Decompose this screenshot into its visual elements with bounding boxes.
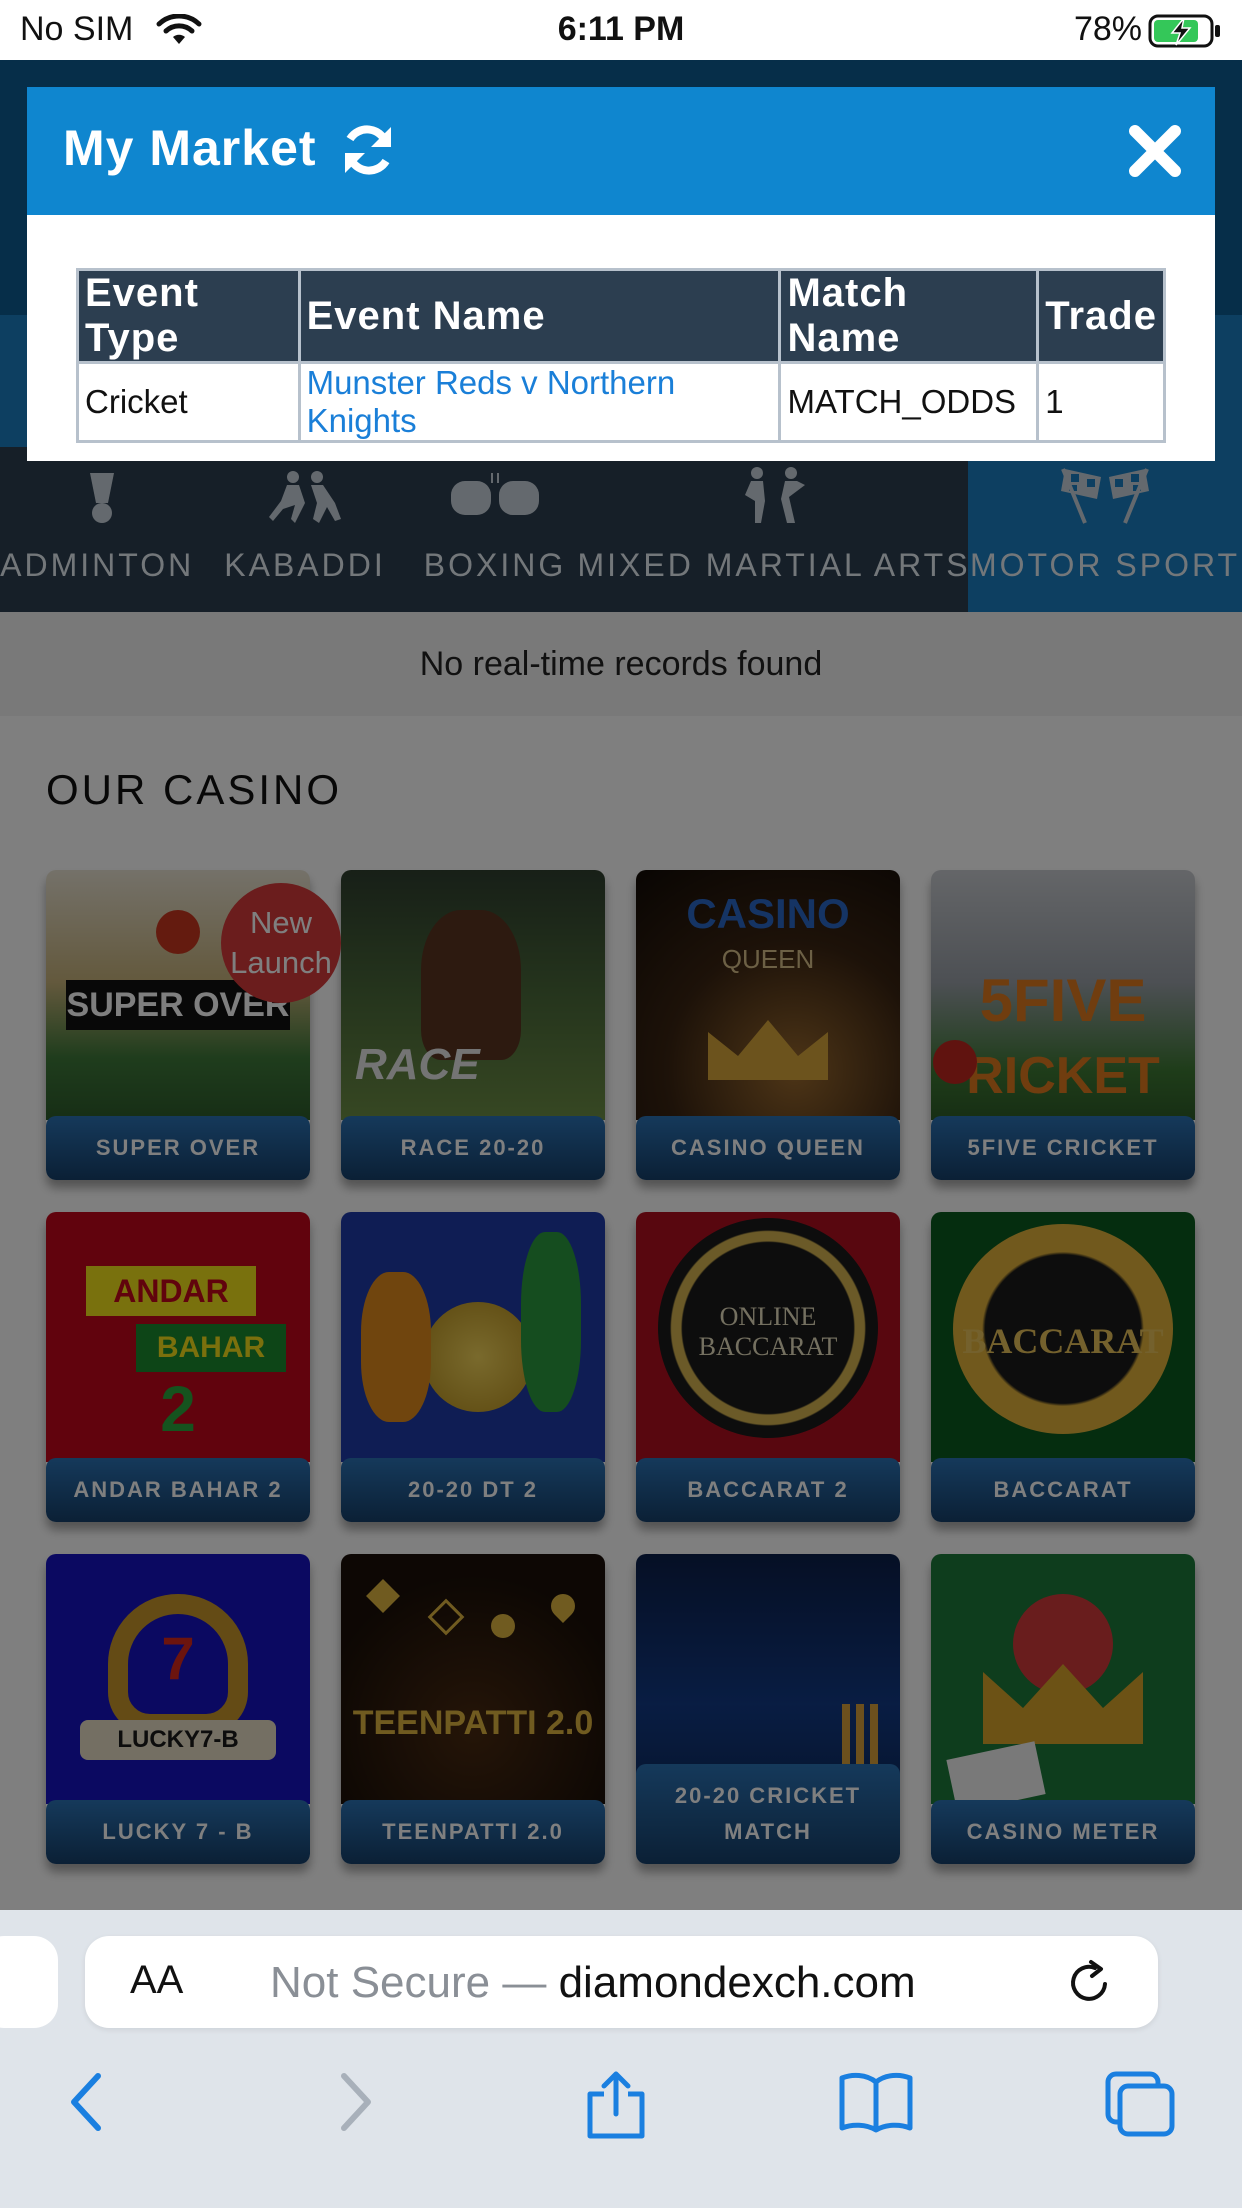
table-row: Cricket Munster Reds v Northern Knights … bbox=[76, 361, 1166, 443]
not-secure-label: Not Secure — bbox=[270, 1958, 547, 2007]
browser-bottom-bar: AA Not Secure — diamondexch.com bbox=[0, 1910, 1242, 2208]
table-header-row: Event Type Event Name Match Name Trade bbox=[76, 268, 1166, 364]
close-icon[interactable] bbox=[1127, 123, 1183, 184]
column-header: Event Name bbox=[297, 268, 782, 364]
event-type-cell: Cricket bbox=[76, 361, 301, 443]
refresh-icon[interactable] bbox=[339, 121, 397, 184]
column-header: Trade bbox=[1036, 268, 1166, 364]
modal-header: My Market bbox=[27, 87, 1215, 215]
aa-label: AA bbox=[130, 1958, 184, 2002]
battery-charging-icon bbox=[1148, 14, 1222, 53]
modal-title: My Market bbox=[63, 120, 317, 176]
reload-icon[interactable] bbox=[1065, 1958, 1115, 2013]
my-market-modal: My Market Event Type Event Name Match Na… bbox=[27, 87, 1215, 461]
tabs-icon[interactable] bbox=[1104, 2070, 1176, 2143]
address-bar[interactable]: AA Not Secure — diamondexch.com bbox=[85, 1936, 1158, 2028]
clock: 6:11 PM bbox=[557, 10, 685, 48]
previous-tab-peek[interactable] bbox=[0, 1936, 58, 2028]
bookmarks-icon[interactable] bbox=[838, 2070, 914, 2139]
url-display[interactable]: Not Secure — diamondexch.com bbox=[270, 1958, 916, 2008]
reader-settings-button[interactable]: AA bbox=[130, 1958, 183, 2003]
forward-icon[interactable] bbox=[336, 2070, 376, 2139]
match-name-cell: MATCH_ODDS bbox=[778, 361, 1040, 443]
trade-cell: 1 bbox=[1036, 361, 1166, 443]
share-icon[interactable] bbox=[584, 2070, 648, 2145]
battery-percent: 78% bbox=[1073, 10, 1142, 48]
status-bar: No SIM 6:11 PM 78% bbox=[0, 0, 1242, 60]
event-name-link[interactable]: Munster Reds v Northern Knights bbox=[297, 361, 782, 443]
domain-label: diamondexch.com bbox=[558, 1958, 916, 2007]
column-header: Match Name bbox=[778, 268, 1040, 364]
browser-toolbar bbox=[0, 2070, 1242, 2170]
column-header: Event Type bbox=[76, 268, 301, 364]
market-table: Event Type Event Name Match Name Trade C… bbox=[76, 268, 1166, 443]
back-icon[interactable] bbox=[66, 2070, 106, 2139]
